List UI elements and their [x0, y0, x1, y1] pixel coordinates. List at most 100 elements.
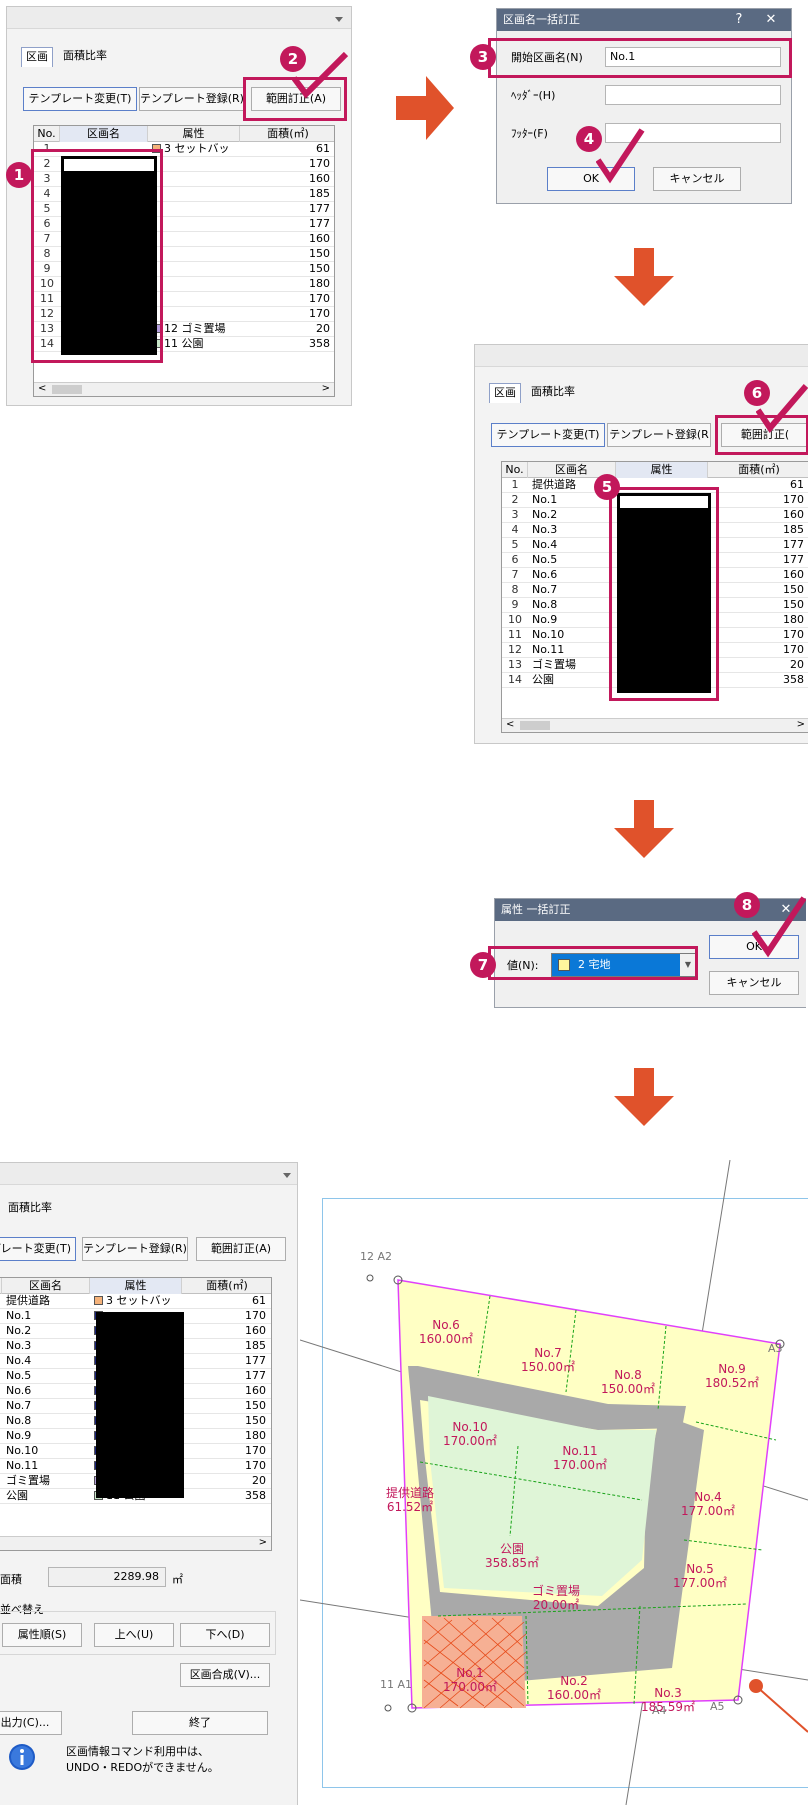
- row-area: 170: [309, 307, 330, 320]
- corner-label-a2: 12 A2: [360, 1250, 393, 1263]
- col-name[interactable]: 区画名: [2, 1278, 90, 1294]
- template-change-button[interactable]: テンプレート変更(T): [491, 423, 605, 447]
- lot-label[interactable]: No.8 150.00㎡: [588, 1368, 668, 1396]
- close-icon[interactable]: ✕: [759, 9, 783, 31]
- header-input[interactable]: [605, 85, 781, 105]
- row-number: 12: [508, 643, 522, 656]
- lot-label[interactable]: No.10 170.00㎡: [430, 1420, 510, 1448]
- lot-name: ゴミ置場: [531, 1584, 580, 1598]
- col-no: No.: [34, 126, 60, 142]
- lot-area: 20.00㎡: [532, 1598, 580, 1612]
- chevron-down-icon[interactable]: [283, 1173, 291, 1178]
- row-area: 150: [783, 598, 804, 611]
- row-area: 61: [316, 142, 330, 155]
- attribute-text: 3 セットバッ: [164, 142, 230, 155]
- row-name: No.9: [6, 1429, 32, 1442]
- col-area[interactable]: 面積(㎡): [182, 1278, 271, 1294]
- checkmark-icon: [752, 896, 806, 958]
- lot-label[interactable]: 提供道路 61.52㎡: [370, 1486, 450, 1514]
- row-number: 9: [511, 598, 519, 611]
- chevron-down-icon[interactable]: [335, 17, 343, 22]
- move-up-button[interactable]: 上へ(U): [94, 1623, 174, 1647]
- row-number: 5: [0, 1354, 2, 1368]
- lot-label[interactable]: No.11 170.00㎡: [540, 1444, 620, 1472]
- tab-area-ratio[interactable]: 面積比率: [4, 1199, 56, 1219]
- move-down-button[interactable]: 下へ(D): [180, 1623, 270, 1647]
- tab-district[interactable]: 区画: [489, 383, 521, 403]
- row-number: 5: [511, 538, 519, 551]
- corner-label-a5: A5: [710, 1700, 725, 1713]
- row-name: No.7: [6, 1399, 32, 1412]
- row-area: 170: [783, 643, 804, 656]
- lot-label[interactable]: No.7 150.00㎡: [508, 1346, 588, 1374]
- lot-area: 150.00㎡: [601, 1382, 655, 1396]
- col-area[interactable]: 面積(㎡): [708, 462, 808, 478]
- arrow-down-icon: [614, 1068, 674, 1126]
- row-name: No.4: [6, 1354, 32, 1367]
- cancel-button[interactable]: キャンセル: [653, 167, 741, 191]
- horizontal-scrollbar[interactable]: >: [0, 1536, 271, 1550]
- horizontal-scrollbar[interactable]: < >: [34, 382, 334, 396]
- horizontal-scrollbar[interactable]: < >: [502, 718, 808, 732]
- help-button[interactable]: ?: [727, 9, 751, 31]
- merge-districts-button[interactable]: 区画合成(V)...: [180, 1663, 270, 1687]
- lot-name: No.4: [694, 1490, 722, 1504]
- template-register-button[interactable]: テンプレート登録(R: [607, 423, 711, 447]
- template-change-button[interactable]: テンプレート変更(T): [23, 87, 137, 111]
- row-name: No.9: [532, 613, 558, 626]
- col-attr[interactable]: 属性: [148, 126, 240, 142]
- row-number: 1: [0, 1294, 2, 1308]
- row-area: 177: [245, 1369, 266, 1382]
- step-1-badge: 1: [6, 162, 32, 188]
- row-area: 160: [783, 508, 804, 521]
- lot-label[interactable]: No.5 177.00㎡: [660, 1562, 740, 1590]
- row-number: 14: [0, 1489, 2, 1503]
- row-name: No.3: [532, 523, 558, 536]
- row-attribute: 11 公園: [152, 337, 238, 351]
- row-number: 12: [0, 1459, 2, 1473]
- panel-topbar: [475, 345, 808, 367]
- lot-label[interactable]: No.9 180.52㎡: [692, 1362, 772, 1390]
- lot-label[interactable]: No.3 185.59㎡: [628, 1686, 708, 1714]
- row-number: 6: [511, 553, 519, 566]
- output-button[interactable]: 出力(C)...: [0, 1711, 62, 1735]
- table-row[interactable]: 1 提供道路 3 セットバッ 61: [0, 1294, 271, 1309]
- col-name[interactable]: 区画名: [60, 126, 148, 142]
- lot-label[interactable]: 公園 358.85㎡: [472, 1542, 552, 1570]
- sort-by-attribute-button[interactable]: 属性順(S): [2, 1623, 82, 1647]
- exit-button[interactable]: 終了: [132, 1711, 268, 1735]
- tab-district[interactable]: 区画: [21, 47, 53, 67]
- col-attr[interactable]: 属性: [90, 1278, 182, 1294]
- lot-area: 170.00㎡: [443, 1680, 497, 1694]
- info-text-line2: UNDO・REDOができません。: [66, 1761, 219, 1774]
- lot-area: 160.00㎡: [547, 1688, 601, 1702]
- row-number: 2: [0, 1309, 2, 1323]
- row-number: 11: [0, 1444, 2, 1458]
- arrow-right-icon: [396, 76, 454, 140]
- row-number: 8: [511, 583, 519, 596]
- row-number: 13: [508, 658, 522, 671]
- col-attr[interactable]: 属性: [616, 462, 708, 478]
- lot-label[interactable]: No.1 170.00㎡: [430, 1666, 510, 1694]
- checkmark-icon: [756, 384, 808, 433]
- info-text-line1: 区画情報コマンド利用中は、: [66, 1745, 209, 1758]
- range-fix-button[interactable]: 範囲訂正(A): [196, 1237, 286, 1261]
- template-change-button[interactable]: テンプレート変更(T): [0, 1237, 76, 1261]
- lot-name: No.9: [718, 1362, 746, 1376]
- lot-label[interactable]: ゴミ置場 20.00㎡: [516, 1584, 596, 1612]
- attribute-text: 11 公園: [164, 337, 204, 350]
- row-area: 20: [316, 322, 330, 335]
- lot-label[interactable]: No.4 177.00㎡: [668, 1490, 748, 1518]
- lot-area: 177.00㎡: [673, 1576, 727, 1590]
- template-register-button[interactable]: テンプレート登録(R): [139, 87, 245, 111]
- cancel-button[interactable]: キャンセル: [709, 971, 799, 995]
- row-area: 185: [783, 523, 804, 536]
- lot-label[interactable]: No.2 160.00㎡: [534, 1674, 614, 1702]
- col-area[interactable]: 面積(㎡): [240, 126, 334, 142]
- template-register-button[interactable]: テンプレート登録(R): [82, 1237, 188, 1261]
- row-name: No.4: [532, 538, 558, 551]
- lot-label[interactable]: No.6 160.00㎡: [406, 1318, 486, 1346]
- tab-area-ratio[interactable]: 面積比率: [527, 383, 579, 403]
- lot-name: No.5: [686, 1562, 714, 1576]
- tab-area-ratio[interactable]: 面積比率: [59, 47, 111, 67]
